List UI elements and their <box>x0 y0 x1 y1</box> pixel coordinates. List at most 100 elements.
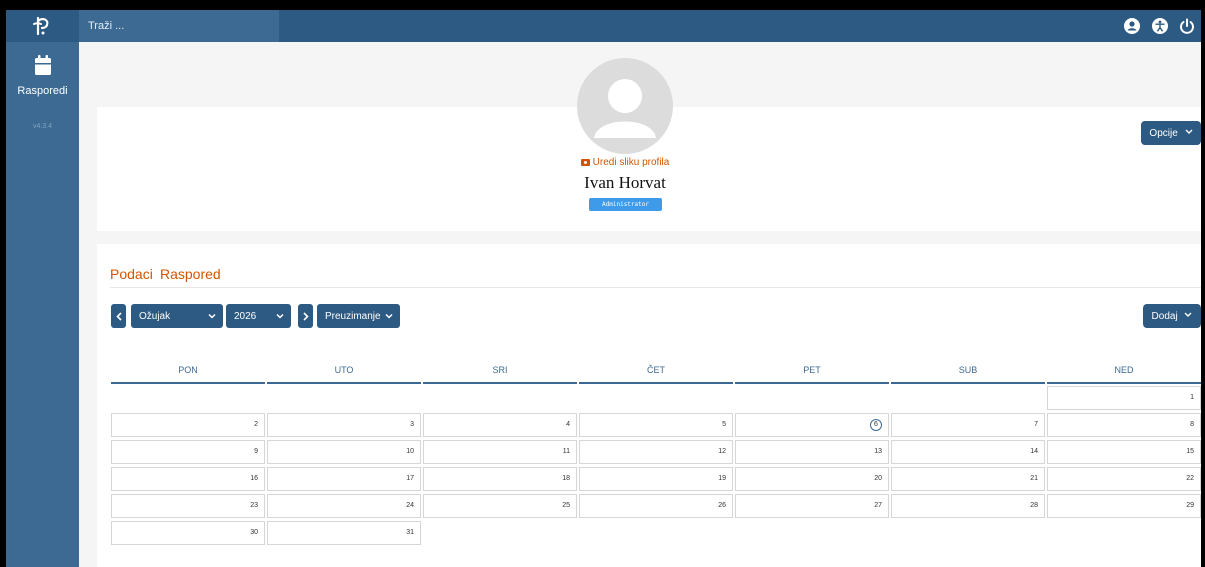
edit-photo-label: Uredi sliku profila <box>592 157 670 168</box>
month-select[interactable]: Ožujak <box>131 304 223 328</box>
calendar-day-cell[interactable]: 22 <box>1047 467 1201 491</box>
calendar-day-cell[interactable]: 29 <box>1047 494 1201 518</box>
chevron-left-icon <box>115 311 122 321</box>
calendar-day-number: 4 <box>566 421 570 428</box>
weekday-header: SRI <box>492 365 508 375</box>
calendar-day-cell[interactable]: 6 <box>735 413 889 437</box>
chevron-down-icon <box>1184 312 1192 317</box>
chevron-down-icon <box>1185 129 1193 134</box>
year-select[interactable]: 2026 <box>226 304 291 328</box>
top-bar <box>79 10 1201 42</box>
calendar-day-number: 2 <box>254 421 258 428</box>
sidebar: Rasporedi v4.3.4 <box>6 10 79 567</box>
calendar-day-cell[interactable]: 16 <box>111 467 265 491</box>
version-label: v4.3.4 <box>32 123 53 130</box>
calendar-day-cell[interactable]: 27 <box>735 494 889 518</box>
add-button[interactable]: Dodaj <box>1143 304 1201 328</box>
calendar-day-cell[interactable]: 4 <box>423 413 577 437</box>
download-button[interactable]: Preuzimanje <box>317 304 400 328</box>
calendar-day-cell[interactable]: 23 <box>111 494 265 518</box>
year-select-value: 2026 <box>234 310 257 322</box>
calendar-day-cell[interactable]: 19 <box>579 467 733 491</box>
calendar-day-cell[interactable]: 8 <box>1047 413 1201 437</box>
weekday-header-underline <box>891 382 1045 384</box>
calendar-day-number: 23 <box>250 502 258 509</box>
chevron-down-icon <box>385 313 393 319</box>
weekday-header-underline <box>735 382 889 384</box>
calendar-day-cell[interactable]: 12 <box>579 440 733 464</box>
weekday-header: NED <box>1114 365 1134 375</box>
calendar-day-number: 17 <box>406 475 414 482</box>
options-button[interactable]: Opcije <box>1141 121 1201 145</box>
calendar-day-number: 14 <box>1030 448 1038 455</box>
next-month-button[interactable] <box>298 304 313 328</box>
calendar-day-cell[interactable]: 20 <box>735 467 889 491</box>
calendar-day-cell[interactable]: 1 <box>1047 386 1201 410</box>
calendar-day-number: 13 <box>874 448 882 455</box>
calendar-day-cell[interactable]: 10 <box>267 440 421 464</box>
calendar-day-number: 7 <box>1034 421 1038 428</box>
calendar-day-number: 27 <box>874 502 882 509</box>
calendar-day-number: 30 <box>250 529 258 536</box>
weekday-header: PON <box>178 365 198 375</box>
chevron-down-icon <box>208 313 216 319</box>
power-icon[interactable] <box>1179 18 1195 34</box>
calendar-day-cell[interactable]: 2 <box>111 413 265 437</box>
tab-raspored[interactable]: Raspored <box>160 266 221 282</box>
calendar-day-number: 25 <box>562 502 570 509</box>
camera-icon <box>580 159 590 166</box>
calendar-day-cell[interactable]: 21 <box>891 467 1045 491</box>
calendar-day-cell[interactable]: 26 <box>579 494 733 518</box>
calendar-day-cell[interactable]: 18 <box>423 467 577 491</box>
calendar-day-cell[interactable]: 7 <box>891 413 1045 437</box>
calendar-day-cell[interactable]: 30 <box>111 521 265 545</box>
calendar-day-number: 11 <box>562 448 570 455</box>
calendar-day-number: 3 <box>410 421 414 428</box>
chevron-down-icon <box>276 313 284 319</box>
weekday-header: UTO <box>334 365 354 375</box>
weekday-header-underline <box>111 382 265 384</box>
calendar-day-number: 6 <box>870 419 882 431</box>
calendar-day-cell[interactable]: 14 <box>891 440 1045 464</box>
calendar-day-number: 21 <box>1030 475 1038 482</box>
calendar-day-cell[interactable]: 13 <box>735 440 889 464</box>
app-logo-icon[interactable] <box>6 10 79 42</box>
calendar-day-cell[interactable]: 31 <box>267 521 421 545</box>
calendar-day-cell[interactable]: 24 <box>267 494 421 518</box>
calendar-day-cell[interactable]: 11 <box>423 440 577 464</box>
calendar-day-number: 20 <box>874 475 882 482</box>
calendar-day-cell[interactable]: 3 <box>267 413 421 437</box>
weekday-header: ČET <box>647 365 665 375</box>
calendar-day-number: 28 <box>1030 502 1038 509</box>
calendar-day-number: 29 <box>1186 502 1194 509</box>
schedule-card <box>97 244 1201 567</box>
user-name: Ivan Horvat <box>584 173 666 192</box>
weekday-header: SUB <box>958 365 978 375</box>
calendar-day-number: 16 <box>250 475 258 482</box>
calendar-day-number: 12 <box>718 448 726 455</box>
weekday-header: PET <box>803 365 821 375</box>
calendar-day-cell[interactable]: 28 <box>891 494 1045 518</box>
tabs-divider <box>110 287 1201 288</box>
weekday-header-underline <box>267 382 421 384</box>
chevron-right-icon <box>302 311 309 321</box>
weekday-header-underline <box>1047 382 1201 384</box>
sidebar-item-rasporedi[interactable]: Rasporedi <box>6 52 79 110</box>
download-button-label: Preuzimanje <box>325 310 381 322</box>
prev-month-button[interactable] <box>111 304 126 328</box>
calendar-day-number: 22 <box>1186 475 1194 482</box>
tab-podaci[interactable]: Podaci <box>110 266 153 282</box>
edit-photo-link[interactable]: Uredi sliku profila <box>577 157 673 168</box>
calendar-day-cell[interactable]: 15 <box>1047 440 1201 464</box>
options-button-label: Opcije <box>1149 127 1178 139</box>
avatar[interactable] <box>577 58 673 154</box>
calendar-day-cell[interactable]: 5 <box>579 413 733 437</box>
calendar-day-cell[interactable]: 25 <box>423 494 577 518</box>
user-icon[interactable] <box>1124 18 1140 34</box>
calendar-day-number: 1 <box>1190 394 1194 401</box>
calendar-day-cell[interactable]: 9 <box>111 440 265 464</box>
accessibility-icon[interactable] <box>1152 18 1168 34</box>
calendar-day-cell[interactable]: 17 <box>267 467 421 491</box>
search-input[interactable] <box>79 10 279 42</box>
calendar-day-number: 10 <box>406 448 414 455</box>
